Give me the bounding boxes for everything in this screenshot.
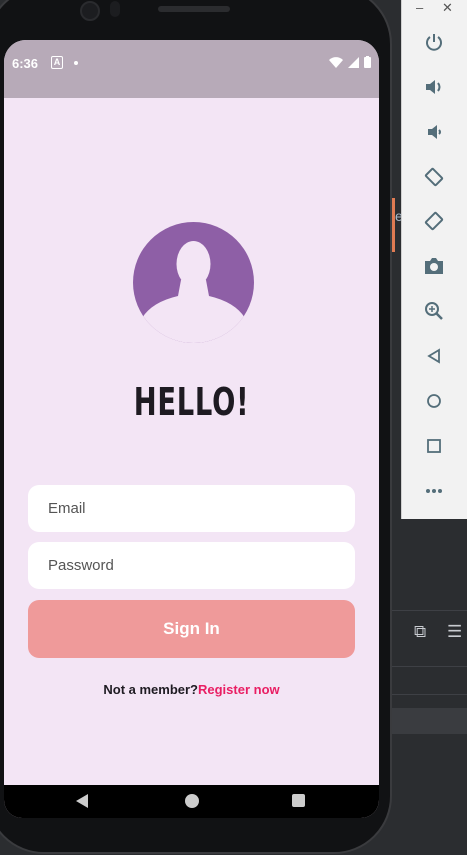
status-bar: 6:36 A — [4, 40, 379, 98]
emulator-toolbar: – ✕ — [401, 0, 467, 519]
rotate-right-icon[interactable] — [422, 209, 446, 233]
ide-divider — [388, 610, 467, 611]
overview-icon[interactable] — [422, 434, 446, 458]
dot-icon — [74, 61, 78, 65]
zoom-icon[interactable] — [422, 299, 446, 323]
ide-divider — [388, 694, 467, 695]
signal-icon — [348, 56, 359, 68]
sensor — [110, 1, 120, 17]
power-icon[interactable] — [422, 30, 446, 54]
back-icon[interactable] — [422, 344, 446, 368]
notification-icon: A — [51, 56, 63, 69]
avatar-icon — [133, 222, 254, 343]
not-member-text: Not a member? — [103, 682, 198, 697]
more-icon[interactable] — [422, 479, 446, 503]
navigation-bar — [4, 785, 379, 818]
nav-back-icon[interactable] — [76, 794, 88, 808]
nav-recents-icon[interactable] — [292, 794, 305, 807]
volume-up-icon[interactable] — [422, 75, 446, 99]
wifi-icon — [329, 56, 343, 68]
password-field[interactable] — [28, 542, 355, 589]
volume-down-icon[interactable] — [422, 120, 446, 144]
rotate-left-icon[interactable] — [422, 165, 446, 189]
menu-icon[interactable]: ☰ — [447, 622, 462, 642]
page-title: HELLO! — [133, 380, 250, 424]
battery-icon — [364, 56, 371, 68]
ide-divider — [388, 666, 467, 667]
ide-bar — [388, 708, 467, 734]
nav-home-icon[interactable] — [185, 794, 199, 808]
status-icons — [329, 56, 371, 68]
camera-icon[interactable] — [422, 254, 446, 278]
speaker-grille — [158, 6, 230, 12]
email-field[interactable] — [28, 485, 355, 532]
camera-lens — [80, 1, 100, 21]
register-row: Not a member?Register now — [4, 682, 379, 697]
register-link[interactable]: Register now — [198, 682, 280, 697]
home-icon[interactable] — [422, 389, 446, 413]
phone-screen: 6:36 A HELLO! Sign In Not a member?Regis… — [4, 40, 379, 818]
sign-in-button[interactable]: Sign In — [28, 600, 355, 658]
restore-icon[interactable]: ⧉ — [414, 622, 426, 642]
status-time: 6:36 — [12, 56, 39, 71]
close-icon[interactable]: ✕ — [442, 0, 453, 16]
minimize-icon[interactable]: – — [416, 0, 423, 15]
